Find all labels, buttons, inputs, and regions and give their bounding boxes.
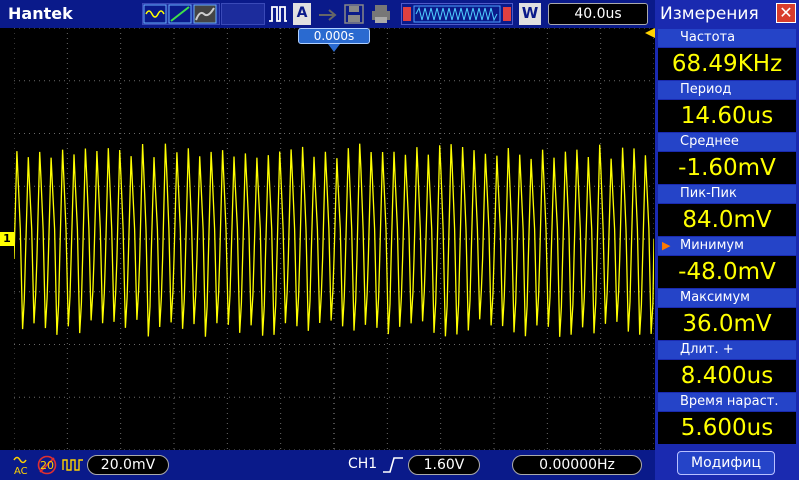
volts-per-div-readout[interactable]: 20.0mV — [87, 455, 169, 475]
waveform-grid[interactable] — [14, 28, 654, 450]
measure-label-rise-time[interactable]: Время нараст. — [658, 393, 796, 411]
measure-value-rise-time: 5.600us — [658, 412, 796, 444]
status-blank-box — [221, 3, 265, 25]
measure-label-mean[interactable]: Среднее — [658, 133, 796, 151]
oscilloscope-screen: Hantek A W 40.0us 0.000s 1 Измерения ✕ Ч… — [0, 0, 799, 480]
measure-value-maximum: 36.0mV — [658, 308, 796, 340]
trigger-position-arrow-icon — [328, 44, 340, 52]
trigger-level-readout[interactable]: 1.60V — [408, 455, 480, 475]
modify-button[interactable]: Модифиц — [677, 451, 775, 475]
save-disk-icon[interactable] — [344, 3, 364, 25]
trigger-position-marker[interactable]: 0.000s — [298, 28, 370, 44]
coupling-text: AC — [14, 466, 28, 476]
measure-label-minimum[interactable]: Минимум — [658, 237, 796, 255]
ac-coupling-icon[interactable]: AC — [12, 454, 34, 477]
trigger-frequency-readout: 0.00000Hz — [512, 455, 642, 475]
usb-arrow-icon — [319, 9, 337, 21]
measure-label-pulse-width[interactable]: Длит. + — [658, 341, 796, 359]
rising-edge-icon[interactable] — [382, 455, 404, 475]
run-stop-icon[interactable] — [268, 3, 288, 25]
measure-value-peak-to-peak: 84.0mV — [658, 204, 796, 236]
trigger-source-label[interactable]: CH1 — [348, 456, 377, 472]
close-icon[interactable]: ✕ — [776, 3, 796, 23]
probe-ground-icon[interactable] — [62, 456, 84, 474]
auto-set-icon[interactable]: A — [293, 3, 311, 25]
top-status-bar: Hantek A W 40.0us — [0, 0, 655, 28]
brand-logo: Hantek — [8, 4, 73, 23]
bandwidth-limit-icon[interactable]: 20 — [36, 455, 58, 475]
measure-value-period: 14.60us — [658, 100, 796, 132]
measure-label-peak-to-peak[interactable]: Пик-Пик — [658, 185, 796, 203]
measure-label-maximum[interactable]: Максимум — [658, 289, 796, 307]
timebase-readout[interactable]: 40.0us — [548, 3, 648, 25]
measurement-panel: Измерения ✕ Частота 68.49KHz Период 14.6… — [655, 0, 799, 480]
printer-icon[interactable] — [370, 3, 392, 25]
bottom-status-bar: AC 20 20.0mV CH1 1.60V 0.00000Hz — [0, 450, 655, 480]
measure-label-frequency[interactable]: Частота — [658, 29, 796, 47]
panel-title: Измерения — [660, 4, 759, 24]
waveform-mode-icons[interactable] — [142, 3, 220, 25]
measure-value-mean: -1.60mV — [658, 152, 796, 184]
ch1-waveform-trace — [14, 143, 654, 337]
measure-label-period[interactable]: Период — [658, 81, 796, 99]
window-zoom-icon[interactable]: W — [519, 3, 541, 25]
trigger-position-label: 0.000s — [313, 29, 355, 43]
memory-depth-strip — [401, 3, 513, 25]
ch1-ground-marker[interactable]: 1 — [0, 232, 14, 246]
bw-limit-text: 20 — [40, 459, 54, 472]
measure-value-minimum: -48.0mV — [658, 256, 796, 288]
trigger-level-arrow-icon[interactable] — [645, 28, 655, 38]
measure-value-frequency: 68.49KHz — [658, 48, 796, 80]
measurement-panel-header: Измерения ✕ — [655, 0, 799, 28]
measure-value-pulse-width: 8.400us — [658, 360, 796, 392]
